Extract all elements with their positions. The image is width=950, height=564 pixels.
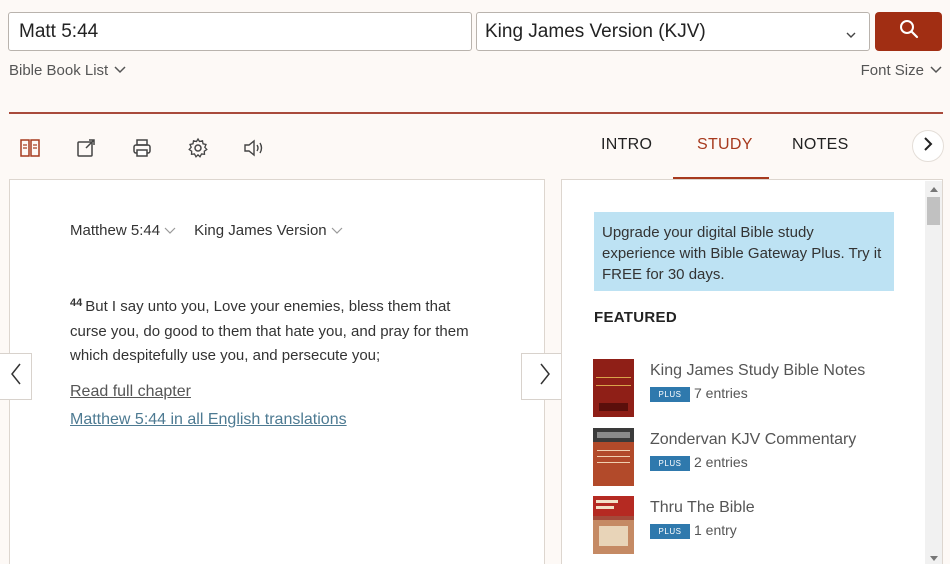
book-cover-image [593, 428, 634, 486]
print-icon[interactable] [129, 135, 155, 161]
font-size-toggle[interactable]: Font Size [861, 62, 942, 79]
font-size-label: Font Size [860, 62, 924, 79]
verse-number: 44 [70, 297, 83, 309]
resource-item[interactable]: King James Study Bible Notes PLUS 7 entr… [593, 359, 893, 417]
verse-content: But I say unto you, Love your enemies, b… [70, 298, 469, 364]
resource-item[interactable]: Thru The Bible PLUS 1 entry [593, 496, 893, 554]
verse-text: 44 But I say unto you, Love your enemies,… [70, 291, 480, 369]
upgrade-banner[interactable]: Upgrade your digital Bible study experie… [594, 212, 894, 291]
tab-study[interactable]: STUDY [697, 136, 753, 154]
header-divider [9, 112, 943, 114]
scrollbar-thumb[interactable] [927, 197, 940, 225]
study-scrollbar[interactable] [925, 181, 942, 564]
plus-badge: PLUS [650, 456, 690, 471]
chevron-down-icon [164, 222, 176, 239]
read-full-chapter-link[interactable]: Read full chapter [70, 383, 191, 401]
chevron-left-icon [9, 362, 23, 391]
scroll-down-arrow-icon[interactable] [925, 554, 942, 564]
plus-badge: PLUS [650, 524, 690, 539]
resource-entries: 1 entry [694, 522, 737, 538]
book-cover-image [593, 359, 634, 417]
chevron-down-icon [331, 222, 343, 239]
chevron-right-icon [922, 136, 934, 156]
search-icon [899, 19, 919, 44]
previous-passage-button[interactable] [0, 353, 32, 400]
passage-reference-dropdown[interactable]: Matthew 5:44 [70, 222, 176, 239]
tab-notes[interactable]: NOTES [792, 136, 849, 154]
plus-badge: PLUS [650, 387, 690, 402]
passage-version: King James Version [194, 222, 327, 239]
scroll-up-arrow-icon[interactable] [925, 183, 942, 195]
version-select[interactable]: King James Version (KJV) [476, 12, 870, 51]
chevron-right-icon [538, 362, 552, 391]
passage-header: Matthew 5:44 King James Version [70, 222, 343, 239]
search-button[interactable] [875, 12, 942, 51]
audio-icon[interactable] [241, 135, 267, 161]
resource-title: King James Study Bible Notes [650, 362, 866, 379]
passage-version-dropdown[interactable]: King James Version [194, 222, 343, 239]
book-cover-image [593, 496, 634, 554]
parallel-icon[interactable] [17, 135, 43, 161]
featured-heading: FEATURED [594, 309, 677, 326]
resource-entries: 2 entries [694, 454, 748, 470]
share-icon[interactable] [73, 135, 99, 161]
resource-entries: 7 entries [694, 385, 748, 401]
tabs-next-button[interactable] [912, 130, 944, 162]
search-input[interactable]: Matt 5:44 [8, 12, 472, 51]
chevron-down-icon [930, 62, 942, 79]
settings-icon[interactable] [185, 135, 211, 161]
version-select-value: King James Version (KJV) [485, 21, 706, 42]
tab-intro[interactable]: INTRO [601, 136, 652, 154]
chevron-down-icon [114, 62, 126, 79]
resource-item[interactable]: Zondervan KJV Commentary PLUS 2 entries [593, 428, 893, 486]
book-list-label: Bible Book List [9, 62, 109, 79]
resource-title: Zondervan KJV Commentary [650, 431, 857, 448]
resource-title: Thru The Bible [650, 499, 755, 516]
all-translations-link[interactable]: Matthew 5:44 in all English translations [70, 411, 347, 429]
chevron-down-icon [845, 25, 857, 47]
passage-reference: Matthew 5:44 [70, 222, 161, 239]
bible-book-list-toggle[interactable]: Bible Book List [9, 62, 126, 79]
